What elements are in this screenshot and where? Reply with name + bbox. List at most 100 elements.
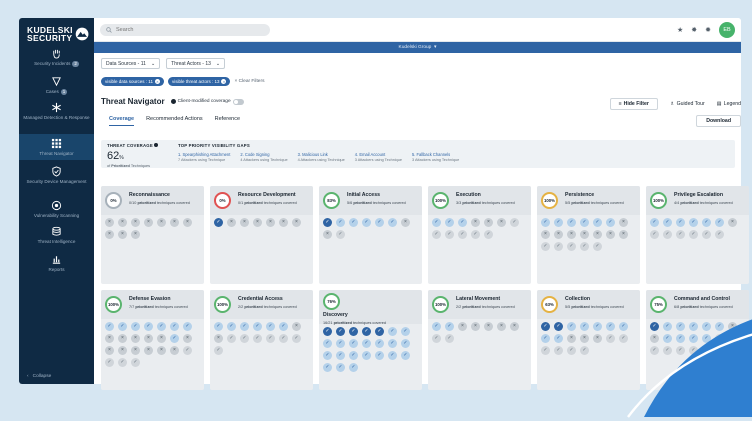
- close-icon[interactable]: ×: [221, 79, 226, 84]
- covered-technique-icon[interactable]: ✓: [336, 363, 345, 372]
- unprioritized-technique-icon[interactable]: ✓: [715, 334, 724, 343]
- unprioritized-technique-icon[interactable]: ✓: [214, 346, 223, 355]
- covered-technique-icon[interactable]: ✓: [253, 322, 262, 331]
- clear-filters-button[interactable]: × Clear Filters: [234, 79, 264, 84]
- covered-technique-icon[interactable]: ✓: [362, 339, 371, 348]
- legend-button[interactable]: ▤Legend: [717, 101, 741, 107]
- covered-technique-icon[interactable]: ✓: [362, 218, 371, 227]
- unprioritized-technique-icon[interactable]: ✓: [266, 334, 275, 343]
- tactic-card[interactable]: 100%Lateral Movement2/2 prioritized tech…: [428, 290, 531, 390]
- covered-technique-icon[interactable]: ✓: [606, 218, 615, 227]
- unprioritized-technique-icon[interactable]: ✓: [227, 334, 236, 343]
- covered-technique-icon[interactable]: ✓: [323, 218, 332, 227]
- covered-technique-icon[interactable]: ✓: [323, 327, 332, 336]
- tab-reference[interactable]: Reference: [215, 116, 240, 126]
- uncovered-technique-icon[interactable]: ×: [170, 346, 179, 355]
- tactic-card[interactable]: 0%Reconnaissance0/10 prioritized techniq…: [101, 186, 204, 284]
- unprioritized-technique-icon[interactable]: ✓: [279, 334, 288, 343]
- covered-technique-icon[interactable]: ✓: [541, 322, 550, 331]
- covered-technique-icon[interactable]: ✓: [663, 218, 672, 227]
- unprioritized-technique-icon[interactable]: ✓: [183, 346, 192, 355]
- uncovered-technique-icon[interactable]: ×: [183, 218, 192, 227]
- covered-technique-icon[interactable]: ✓: [131, 322, 140, 331]
- uncovered-technique-icon[interactable]: ×: [580, 230, 589, 239]
- covered-technique-icon[interactable]: ✓: [554, 218, 563, 227]
- uncovered-technique-icon[interactable]: ×: [118, 218, 127, 227]
- covered-technique-icon[interactable]: ✓: [445, 218, 454, 227]
- unprioritized-technique-icon[interactable]: ✓: [619, 334, 628, 343]
- uncovered-technique-icon[interactable]: ×: [484, 218, 493, 227]
- gap-item[interactable]: 4. Email Account3 Attackers using Techni…: [355, 152, 402, 162]
- covered-technique-icon[interactable]: ✓: [279, 322, 288, 331]
- covered-technique-icon[interactable]: ✓: [715, 322, 724, 331]
- unprioritized-technique-icon[interactable]: ✓: [689, 230, 698, 239]
- sidebar-item-security-incidents[interactable]: Security Incidents2: [19, 48, 94, 72]
- unprioritized-technique-icon[interactable]: ✓: [606, 334, 615, 343]
- covered-technique-icon[interactable]: ✓: [375, 339, 384, 348]
- covered-technique-icon[interactable]: ✓: [541, 218, 550, 227]
- sidebar-collapse-button[interactable]: ‹ Collapse: [27, 374, 51, 379]
- unprioritized-technique-icon[interactable]: ✓: [650, 230, 659, 239]
- tab-recommended-actions[interactable]: Recommended Actions: [146, 116, 203, 126]
- uncovered-technique-icon[interactable]: ×: [567, 334, 576, 343]
- unprioritized-technique-icon[interactable]: ✓: [715, 230, 724, 239]
- uncovered-technique-icon[interactable]: ×: [157, 334, 166, 343]
- covered-technique-icon[interactable]: ✓: [458, 218, 467, 227]
- unprioritized-technique-icon[interactable]: ✓: [567, 346, 576, 355]
- uncovered-technique-icon[interactable]: ×: [497, 218, 506, 227]
- covered-technique-icon[interactable]: ✓: [323, 339, 332, 348]
- covered-technique-icon[interactable]: ✓: [375, 327, 384, 336]
- unprioritized-technique-icon[interactable]: ✓: [131, 358, 140, 367]
- uncovered-technique-icon[interactable]: ×: [183, 334, 192, 343]
- unprioritized-technique-icon[interactable]: ✓: [471, 230, 480, 239]
- covered-technique-icon[interactable]: ✓: [689, 218, 698, 227]
- unprioritized-technique-icon[interactable]: ✓: [510, 218, 519, 227]
- sidebar-item-cases[interactable]: Cases1: [19, 76, 94, 98]
- tab-coverage[interactable]: Coverage: [109, 116, 134, 126]
- tactic-card[interactable]: 76%Discovery16/21 prioritized techniques…: [319, 290, 422, 390]
- unprioritized-technique-icon[interactable]: ✓: [554, 242, 563, 251]
- unprioritized-technique-icon[interactable]: ✓: [432, 230, 441, 239]
- unprioritized-technique-icon[interactable]: ✓: [445, 230, 454, 239]
- tactic-card[interactable]: 100%Defense Evasion7/7 prioritized techn…: [101, 290, 204, 390]
- sidebar-item-security-device-management[interactable]: Security Device Management: [19, 166, 94, 194]
- covered-technique-icon[interactable]: ✓: [715, 218, 724, 227]
- uncovered-technique-icon[interactable]: ×: [323, 230, 332, 239]
- client-modified-toggle[interactable]: [233, 99, 244, 105]
- covered-technique-icon[interactable]: ✓: [401, 327, 410, 336]
- uncovered-technique-icon[interactable]: ×: [728, 218, 737, 227]
- unprioritized-technique-icon[interactable]: ✓: [105, 358, 114, 367]
- covered-technique-icon[interactable]: ✓: [702, 322, 711, 331]
- gap-item[interactable]: 2. Code Signing4 Attackers using Techniq…: [240, 152, 287, 162]
- chip-data-sources[interactable]: visible data sources : 11×: [101, 77, 164, 86]
- uncovered-technique-icon[interactable]: ×: [401, 218, 410, 227]
- uncovered-technique-icon[interactable]: ×: [497, 322, 506, 331]
- sidebar-item-mdr[interactable]: Managed Detection & Response: [19, 102, 94, 132]
- covered-technique-icon[interactable]: ✓: [118, 322, 127, 331]
- unprioritized-technique-icon[interactable]: ✓: [292, 334, 301, 343]
- uncovered-technique-icon[interactable]: ×: [144, 346, 153, 355]
- uncovered-technique-icon[interactable]: ×: [606, 230, 615, 239]
- uncovered-technique-icon[interactable]: ×: [510, 322, 519, 331]
- unprioritized-technique-icon[interactable]: ✓: [118, 358, 127, 367]
- covered-technique-icon[interactable]: ✓: [541, 334, 550, 343]
- covered-technique-icon[interactable]: ✓: [336, 327, 345, 336]
- unprioritized-technique-icon[interactable]: ✓: [580, 242, 589, 251]
- covered-technique-icon[interactable]: ✓: [606, 322, 615, 331]
- covered-technique-icon[interactable]: ✓: [266, 322, 275, 331]
- covered-technique-icon[interactable]: ✓: [676, 322, 685, 331]
- covered-technique-icon[interactable]: ✓: [144, 322, 153, 331]
- covered-technique-icon[interactable]: ✓: [676, 334, 685, 343]
- unprioritized-technique-icon[interactable]: ✓: [676, 230, 685, 239]
- sidebar-item-reports[interactable]: Reports: [19, 254, 94, 276]
- unprioritized-technique-icon[interactable]: ✓: [580, 346, 589, 355]
- threat-actors-dropdown[interactable]: Threat Actors - 13⌄: [166, 58, 225, 69]
- tactic-card[interactable]: 100%Credential Access2/2 prioritized tec…: [210, 290, 313, 390]
- covered-technique-icon[interactable]: ✓: [650, 322, 659, 331]
- sidebar-item-threat-intelligence[interactable]: Threat Intelligence: [19, 226, 94, 248]
- close-icon[interactable]: ×: [155, 79, 160, 84]
- uncovered-technique-icon[interactable]: ×: [471, 218, 480, 227]
- uncovered-technique-icon[interactable]: ×: [118, 334, 127, 343]
- covered-technique-icon[interactable]: ✓: [689, 322, 698, 331]
- uncovered-technique-icon[interactable]: ×: [567, 230, 576, 239]
